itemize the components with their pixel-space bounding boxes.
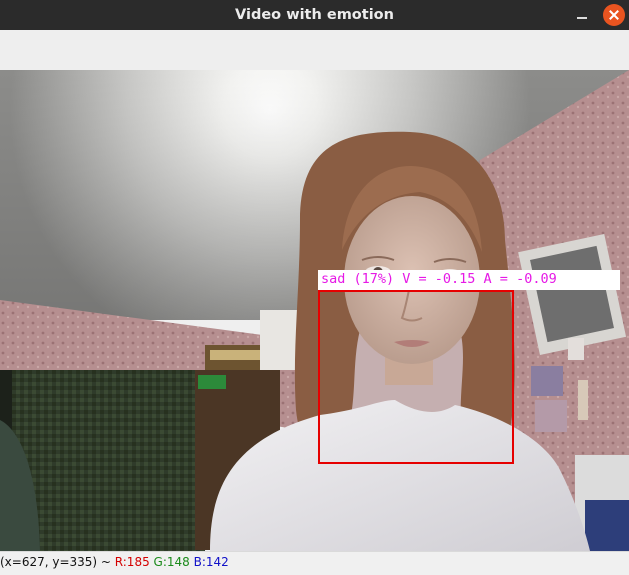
cursor-coords: (x=627, y=335) ~	[0, 555, 115, 569]
minimize-icon[interactable]	[573, 6, 591, 24]
emotion-label-text: sad (17%) V = -0.15 A = -0.09	[321, 271, 557, 287]
status-bar: (x=627, y=335) ~ R:185 G:148 B:142	[0, 551, 629, 575]
close-icon[interactable]	[603, 4, 625, 26]
pixel-red: R:185	[114, 555, 150, 569]
title-bar[interactable]: Video with emotion	[0, 0, 629, 30]
status-text: (x=627, y=335) ~ R:185 G:148 B:142	[0, 555, 229, 569]
pixel-green: G:148	[153, 555, 190, 569]
emotion-label: sad (17%) V = -0.15 A = -0.09	[318, 270, 620, 290]
pixel-blue: B:142	[193, 555, 229, 569]
face-detection-box	[318, 290, 514, 464]
camera-image	[0, 70, 629, 551]
app-window: Video with emotion sad (17%) V = -0.15 A…	[0, 0, 629, 575]
window-title: Video with emotion	[235, 7, 394, 23]
video-frame[interactable]: sad (17%) V = -0.15 A = -0.09	[0, 70, 629, 551]
toolbar	[0, 30, 629, 70]
